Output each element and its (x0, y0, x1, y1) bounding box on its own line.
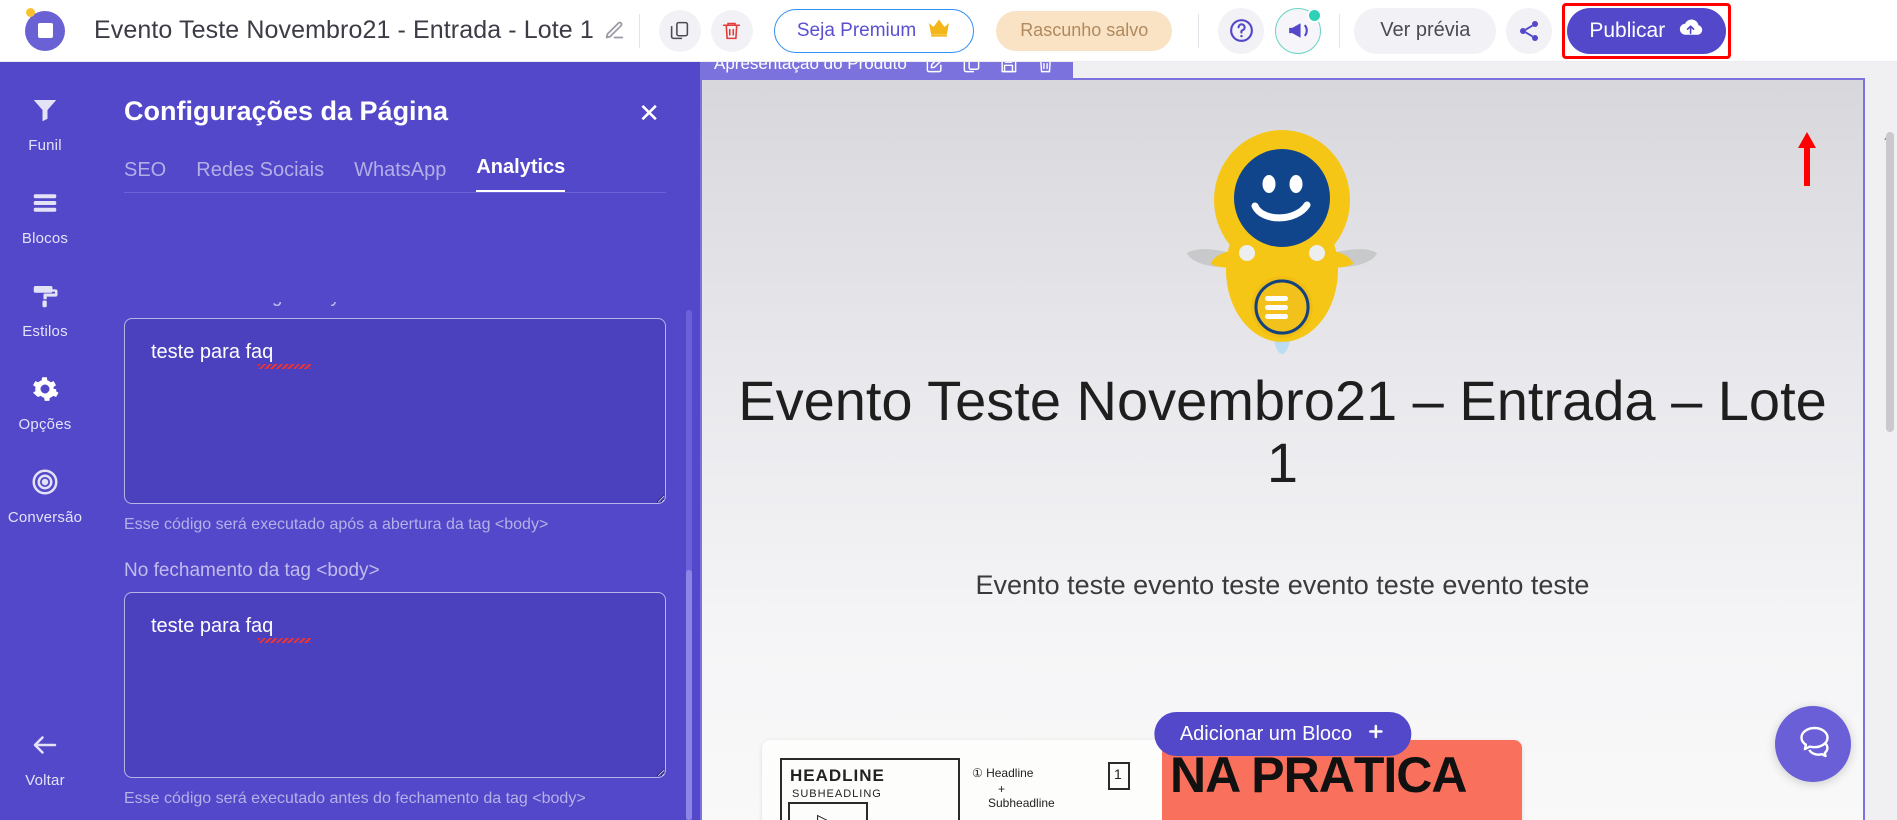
logo-inner-square (37, 23, 53, 38)
body-open-label: Na abertura da tag <body> (124, 302, 666, 308)
pencil-icon[interactable] (604, 20, 625, 41)
panel-scrollbar-thumb[interactable] (686, 570, 692, 820)
toolbar-divider-2 (1198, 13, 1200, 48)
toolbar-divider-3 (1339, 13, 1341, 48)
paint-roller-icon (30, 281, 60, 316)
sidebar-item-estilos[interactable]: Estilos (0, 270, 90, 349)
blocks-icon (30, 188, 60, 223)
copy-icon[interactable] (962, 62, 981, 74)
left-sidebar: Funil Blocos Estilos Opções Conversão Vo… (0, 62, 90, 820)
panel-scrollbar[interactable] (686, 310, 692, 820)
duplicate-page-button[interactable] (658, 9, 701, 52)
panel-content: Na abertura da tag <body> Esse código se… (90, 302, 700, 820)
page-title: Evento Teste Novembro21 - Entrada - Lote… (94, 16, 594, 44)
body-close-field-wrap (124, 592, 666, 778)
hero-subheading[interactable]: Evento teste evento teste evento teste e… (702, 570, 1863, 601)
sidebar-item-label: Blocos (21, 230, 69, 247)
sidebar-item-conversao[interactable]: Conversão (0, 456, 90, 535)
body-close-hint: Esse código será executado antes do fech… (124, 790, 586, 807)
block-name: Apresentação do Produto (714, 62, 907, 73)
premium-button[interactable]: Seja Premium (773, 8, 975, 53)
preview-button[interactable]: Ver prévia (1354, 7, 1497, 54)
sidebar-item-label: Funil (28, 137, 62, 154)
crown-icon (927, 18, 951, 43)
page-block-apresentacao[interactable]: Apresentação do Produto Evento Teste Nov… (700, 62, 1865, 820)
chat-bubbles-icon (1792, 721, 1834, 768)
yellow-robot-mascot (702, 122, 1863, 357)
close-icon[interactable]: ✕ (632, 96, 666, 130)
help-button[interactable] (1218, 7, 1265, 54)
publish-label: Publicar (1589, 18, 1666, 42)
gear-icon (30, 374, 60, 409)
status-badge: Rascunho salvo (996, 10, 1173, 51)
tab-whatsapp[interactable]: WhatsApp (354, 159, 446, 193)
field-spacer (124, 534, 666, 560)
app-logo[interactable] (0, 0, 90, 62)
sidebar-item-voltar[interactable]: Voltar (0, 719, 90, 798)
cloud-upload-icon (1677, 17, 1704, 44)
publish-button[interactable]: Publicar (1567, 7, 1727, 54)
premium-label: Seja Premium (796, 19, 917, 41)
edit-square-icon[interactable] (925, 62, 944, 74)
sidebar-item-funil[interactable]: Funil (0, 84, 90, 163)
add-block-button[interactable]: Adicionar um Bloco (1153, 712, 1412, 756)
editor-canvas: Apresentação do Produto Evento Teste Nov… (700, 62, 1897, 820)
panel-header: Configurações da Página ✕ (90, 62, 700, 130)
target-icon (30, 467, 60, 502)
sidebar-item-label: Conversão (7, 509, 83, 526)
canvas-scrollbar[interactable] (1886, 132, 1894, 432)
sidebar-item-label: Estilos (22, 323, 68, 340)
panel-tabs: SEO Redes Sociais WhatsApp Analytics (90, 130, 700, 193)
arrow-left-icon (30, 730, 60, 765)
tab-redes-sociais[interactable]: Redes Sociais (196, 159, 324, 193)
sidebar-item-label: Opções (18, 416, 72, 433)
plus-icon (1366, 722, 1385, 747)
trash-icon[interactable] (1036, 62, 1055, 74)
body-open-hint: Esse código será executado após a abertu… (124, 516, 549, 533)
add-block-label: Adicionar um Bloco (1179, 722, 1353, 745)
tab-analytics[interactable]: Analytics (476, 156, 566, 193)
tab-underline (124, 192, 666, 193)
notification-dot (1307, 7, 1323, 23)
delete-page-button[interactable] (710, 9, 753, 52)
body-open-code-input[interactable] (124, 318, 666, 504)
logo-icon (25, 10, 65, 51)
top-toolbar: Evento Teste Novembro21 - Entrada - Lote… (0, 0, 1897, 62)
hero-heading[interactable]: Evento Teste Novembro21 – Entrada – Lote… (702, 370, 1863, 493)
publish-highlight-box: Publicar (1562, 2, 1732, 59)
funnel-icon (30, 95, 60, 130)
product-image-card[interactable]: HEADLINE SUBHEADLING ▷ CTA ① Headline + … (762, 740, 1522, 820)
block-toolbar: Apresentação do Produto (700, 62, 1073, 80)
share-button[interactable] (1506, 7, 1553, 54)
chat-support-button[interactable] (1775, 706, 1851, 782)
sidebar-item-opcoes[interactable]: Opções (0, 363, 90, 442)
toolbar-divider-1 (638, 13, 640, 48)
floppy-disk-icon[interactable] (999, 62, 1018, 74)
sidebar-item-label: Voltar (25, 772, 65, 789)
body-close-label: No fechamento da tag <body> (124, 560, 380, 581)
body-close-code-input[interactable] (124, 592, 666, 778)
tab-seo[interactable]: SEO (124, 159, 166, 193)
body-open-field-wrap (124, 318, 666, 504)
announcements-button[interactable] (1275, 7, 1323, 54)
sidebar-item-blocos[interactable]: Blocos (0, 177, 90, 256)
panel-title: Configurações da Página (124, 96, 449, 126)
page-settings-panel: Configurações da Página ✕ SEO Redes Soci… (90, 62, 700, 820)
red-up-arrow (1796, 130, 1818, 193)
logo-accent-dot (26, 7, 35, 17)
